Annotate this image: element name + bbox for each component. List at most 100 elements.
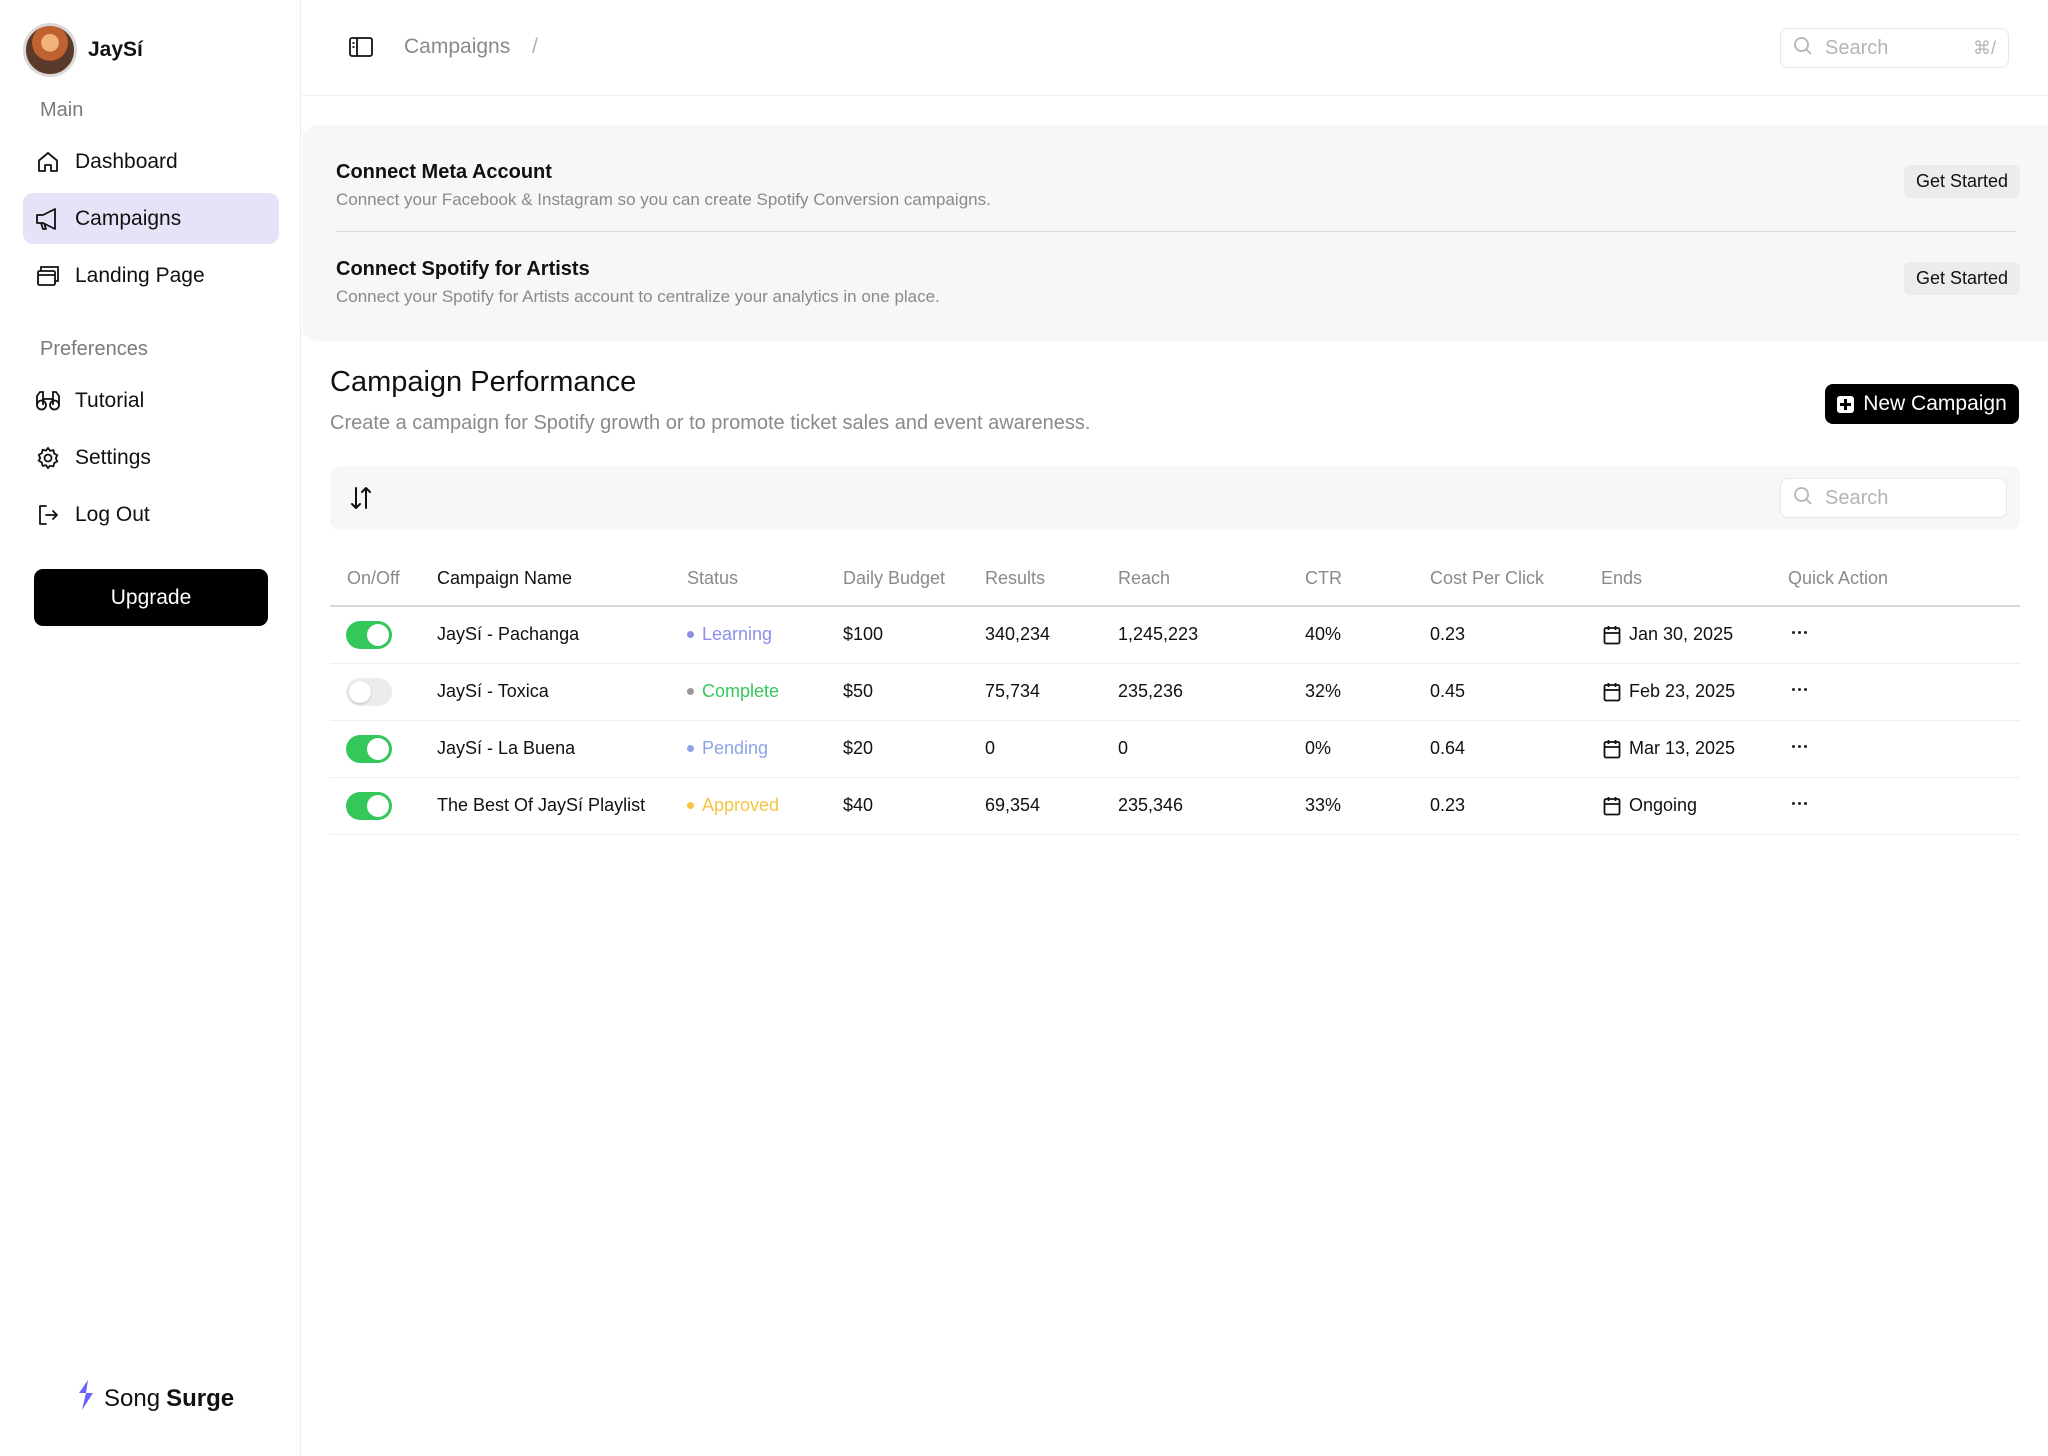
- more-actions-icon[interactable]: [1792, 688, 1810, 691]
- connect-meta-button[interactable]: Get Started: [1903, 165, 2020, 198]
- topbar: Campaigns / ⌘/: [302, 0, 2048, 96]
- sidebar-item-label: Log Out: [75, 502, 150, 526]
- campaign-name[interactable]: JaySí - La Buena: [437, 738, 575, 759]
- sidebar-item-label: Tutorial: [75, 388, 145, 412]
- column-header[interactable]: CTR: [1305, 568, 1342, 589]
- sidebar-item-dashboard[interactable]: Dashboard: [23, 136, 279, 187]
- table-header: On/Off Campaign Name Status Daily Budget…: [330, 558, 2020, 607]
- results: 340,234: [985, 624, 1051, 644]
- status-dot: [687, 688, 694, 695]
- results: 69,354: [985, 795, 1041, 815]
- ends-text: Ongoing: [1629, 795, 1698, 815]
- column-header[interactable]: Quick Action: [1788, 568, 1888, 589]
- ends-date: Ongoing: [1603, 795, 1697, 816]
- binoculars-icon: [35, 388, 61, 414]
- page-title: Campaign Performance: [330, 366, 637, 398]
- more-actions-icon[interactable]: [1792, 802, 1810, 805]
- column-header[interactable]: Reach: [1118, 568, 1170, 589]
- connect-panel: Connect Meta Account Connect your Facebo…: [302, 125, 2048, 341]
- calendar-icon: [1603, 739, 1621, 758]
- campaign-toggle[interactable]: [346, 735, 392, 763]
- table-row: JaySí - La Buena Pending $20 0 0 0% 0.64…: [330, 721, 2020, 778]
- ctr: 0%: [1305, 738, 1332, 758]
- search-icon: [1793, 36, 1813, 61]
- breadcrumb-separator: /: [532, 35, 538, 58]
- profile-name: JaySí: [88, 38, 143, 61]
- column-header[interactable]: Status: [687, 568, 738, 589]
- cost-per-click: 0.23: [1430, 624, 1466, 644]
- campaign-toggle[interactable]: [346, 621, 392, 649]
- brand-logo: Song Surge: [76, 1380, 234, 1417]
- status-text: Pending: [702, 738, 769, 758]
- campaign-name[interactable]: JaySí - Pachanga: [437, 624, 579, 645]
- connect-title: Connect Spotify for Artists: [336, 258, 590, 280]
- ctr: 40%: [1305, 624, 1342, 644]
- status-badge: Learning: [687, 624, 772, 645]
- campaign-toggle[interactable]: [346, 678, 392, 706]
- status-dot: [687, 631, 694, 638]
- divider: [336, 231, 2016, 232]
- status-text: Complete: [702, 681, 780, 701]
- table-row: JaySí - Pachanga Learning $100 340,234 1…: [330, 607, 2020, 664]
- ctr: 33%: [1305, 795, 1342, 815]
- column-header[interactable]: Results: [985, 568, 1045, 589]
- daily-budget: $40: [843, 795, 874, 815]
- sidebar-item-tutorial[interactable]: Tutorial: [23, 375, 279, 426]
- new-campaign-button[interactable]: New Campaign: [1825, 384, 2019, 424]
- more-actions-icon[interactable]: [1792, 745, 1810, 748]
- megaphone-icon: [35, 206, 61, 232]
- upgrade-button[interactable]: Upgrade: [34, 569, 268, 626]
- table-search-input[interactable]: [1825, 486, 1955, 510]
- ends-text: Jan 30, 2025: [1629, 624, 1734, 644]
- reach: 235,346: [1118, 795, 1184, 815]
- campaign-table: On/Off Campaign Name Status Daily Budget…: [330, 558, 2020, 835]
- column-header[interactable]: Cost Per Click: [1430, 568, 1544, 589]
- status-badge: Approved: [687, 795, 779, 816]
- sidebar-item-settings[interactable]: Settings: [23, 432, 279, 483]
- sidebar-item-label: Dashboard: [75, 149, 178, 173]
- connect-meta-row: Connect Meta Account Connect your Facebo…: [336, 161, 2020, 210]
- sidebar-item-log-out[interactable]: Log Out: [23, 489, 279, 540]
- search-shortcut: ⌘/: [1972, 38, 1996, 58]
- cost-per-click: 0.45: [1430, 681, 1466, 701]
- column-header[interactable]: Campaign Name: [437, 568, 572, 589]
- status-dot: [687, 745, 694, 752]
- column-header[interactable]: Daily Budget: [843, 568, 945, 589]
- daily-budget: $100: [843, 624, 884, 644]
- table-search[interactable]: [1780, 478, 2007, 518]
- sidebar-item-campaigns[interactable]: Campaigns: [23, 193, 279, 244]
- gear-icon: [35, 445, 61, 471]
- campaign-name[interactable]: The Best Of JaySí Playlist: [437, 795, 645, 816]
- daily-budget: $20: [843, 738, 874, 758]
- new-campaign-label: New Campaign: [1863, 392, 2007, 415]
- global-search[interactable]: ⌘/: [1780, 28, 2009, 68]
- global-search-input[interactable]: [1825, 36, 1955, 60]
- section-label-main: Main: [40, 99, 84, 121]
- campaign-toggle[interactable]: [346, 792, 392, 820]
- cost-per-click: 0.64: [1430, 738, 1466, 758]
- status-dot: [687, 802, 694, 809]
- ends-date: Jan 30, 2025: [1603, 624, 1733, 645]
- section-label-preferences: Preferences: [40, 338, 148, 360]
- status-text: Learning: [702, 624, 773, 644]
- avatar: [23, 23, 77, 77]
- page-subtitle: Create a campaign for Spotify growth or …: [330, 412, 1091, 434]
- table-row: JaySí - Toxica Complete $50 75,734 235,2…: [330, 664, 2020, 721]
- sidebar-item-landing-page[interactable]: Landing Page: [23, 250, 279, 301]
- ends-date: Feb 23, 2025: [1603, 681, 1735, 702]
- column-header[interactable]: Ends: [1601, 568, 1642, 589]
- sidebar-toggle-icon[interactable]: [348, 36, 374, 63]
- profile[interactable]: JaySí: [23, 23, 143, 77]
- reach: 0: [1118, 738, 1129, 758]
- more-actions-icon[interactable]: [1792, 631, 1810, 634]
- campaign-name[interactable]: JaySí - Toxica: [437, 681, 549, 702]
- reach: 235,236: [1118, 681, 1184, 701]
- connect-spotify-button[interactable]: Get Started: [1903, 262, 2020, 295]
- windows-icon: [35, 263, 61, 289]
- status-text: Approved: [702, 795, 780, 815]
- column-header[interactable]: On/Off: [347, 568, 400, 589]
- results: 0: [985, 738, 996, 758]
- sort-icon[interactable]: [348, 485, 374, 516]
- cost-per-click: 0.23: [1430, 795, 1466, 815]
- breadcrumb[interactable]: Campaigns: [404, 35, 510, 59]
